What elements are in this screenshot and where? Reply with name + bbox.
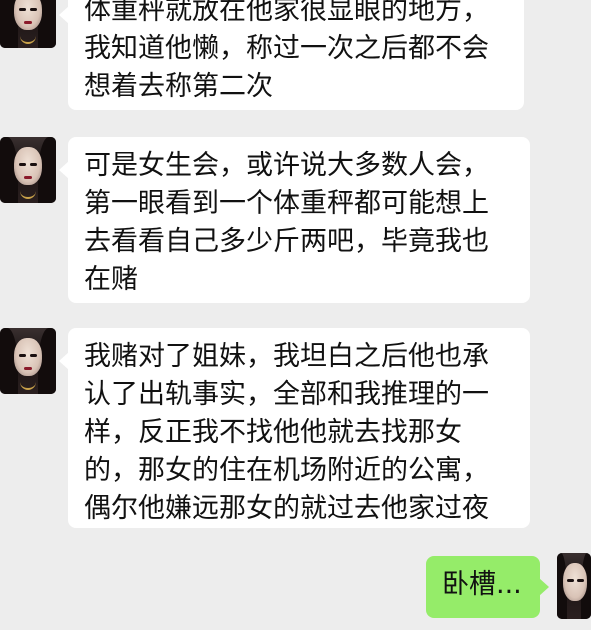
message-text: 体重秤就放在他家很显眼的地方， <box>84 0 489 26</box>
self-avatar[interactable] <box>557 553 591 619</box>
message-text: 的，那女的住在机场附近的公寓， <box>84 455 489 486</box>
message-text: 样，反正我不找他他就去找那女 <box>84 417 462 448</box>
message-text: 去看看自己多少斤两吧，毕竟我也 <box>84 226 489 257</box>
message-text: 认了出轨事实，全部和我推理的一 <box>84 379 489 410</box>
message-text: 偶尔他嫌远那女的就过去他家过夜 <box>84 493 489 524</box>
message-text: 想着去称第二次 <box>84 71 273 102</box>
message-bubble[interactable]: 体重秤就放在他家很显眼的地方， 我知道他懒，称过一次之后都不会 想着去称第二次 <box>59 0 524 110</box>
message-text: 卧槽... <box>442 569 522 600</box>
contact-avatar[interactable] <box>0 137 56 203</box>
message-text: 我知道他懒，称过一次之后都不会 <box>84 33 489 64</box>
message-bubble[interactable]: 可是女生会，或许说大多数人会， 第一眼看到一个体重秤都可能想上 去看看自己多少斤… <box>59 137 530 303</box>
message-text: 第一眼看到一个体重秤都可能想上 <box>84 188 489 219</box>
contact-avatar[interactable] <box>0 328 56 394</box>
message-text: 在赌 <box>84 264 138 295</box>
message-text: 我赌对了姐妹，我坦白之后他也承 <box>84 341 489 372</box>
contact-avatar[interactable] <box>0 0 56 48</box>
message-bubble[interactable]: 我赌对了姐妹，我坦白之后他也承 认了出轨事实，全部和我推理的一 样，反正我不找他… <box>59 328 530 528</box>
message-text: 可是女生会，或许说大多数人会， <box>84 150 489 181</box>
message-bubble-outgoing[interactable]: 卧槽... <box>426 556 549 618</box>
